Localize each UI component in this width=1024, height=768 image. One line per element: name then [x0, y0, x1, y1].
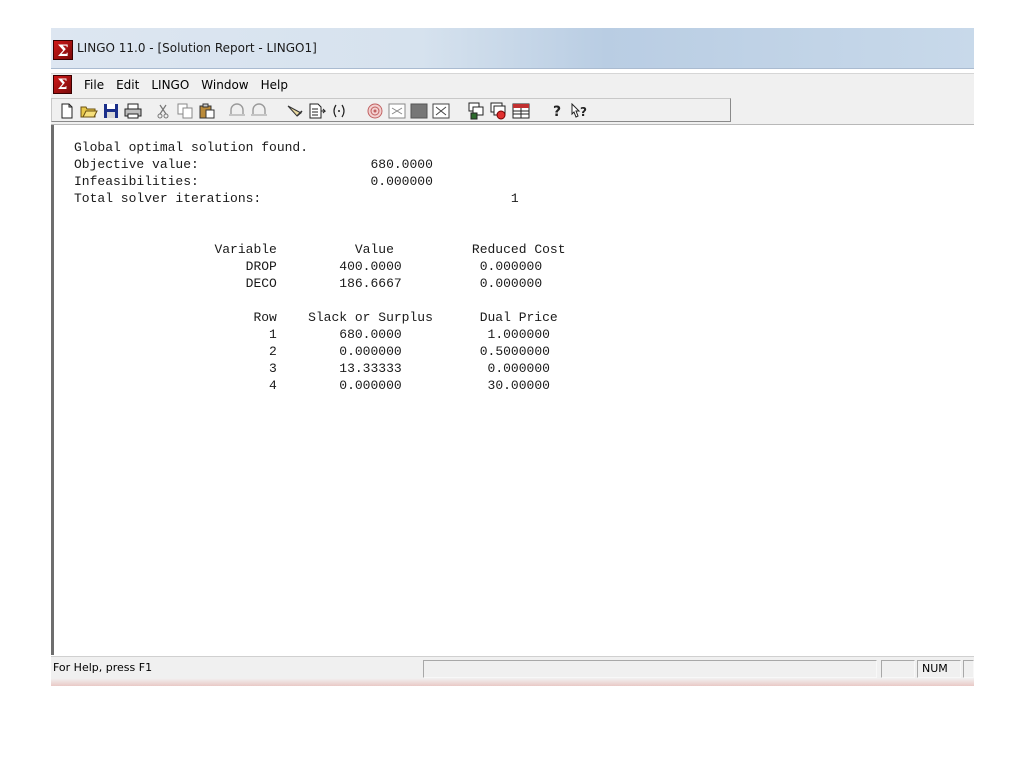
row-number: 4 — [269, 378, 277, 393]
new-file-button[interactable] — [56, 101, 78, 121]
solution-report-text: Global optimal solution found. Objective… — [74, 139, 566, 394]
iterations-value: 1 — [510, 191, 519, 206]
app-window: Σ LINGO 11.0 - [Solution Report - LINGO1… — [51, 28, 974, 686]
menu-bar: Σ File Edit LINGO Window Help — [51, 73, 974, 96]
copy-button[interactable] — [174, 101, 196, 121]
objective-label: Objective value: — [74, 157, 199, 172]
iterations-label: Total solver iterations: — [74, 191, 262, 206]
solution-button[interactable] — [386, 101, 408, 121]
report-status-line: Global optimal solution found. — [74, 140, 309, 155]
solution-icon — [388, 103, 406, 119]
send-to-back-button[interactable] — [430, 101, 452, 121]
row-number: 2 — [269, 344, 277, 359]
cut-icon — [157, 104, 169, 119]
help-button[interactable]: ? — [546, 101, 568, 121]
row-header: Row — [253, 310, 277, 325]
menu-file[interactable]: File — [78, 74, 110, 96]
row-dual-price: 30.00000 — [487, 378, 550, 393]
variable-header: Variable — [214, 242, 277, 257]
print-button[interactable] — [122, 101, 144, 121]
row-dual-price: 0.000000 — [487, 361, 550, 376]
lingo-app-icon[interactable]: Σ — [53, 40, 73, 60]
new-file-icon — [61, 103, 73, 119]
help-icon: ? — [553, 104, 561, 119]
objective-value-row: Objective value: 680.0000 — [74, 157, 433, 172]
solution-report-pane[interactable]: Global optimal solution found. Objective… — [51, 125, 974, 655]
iterations-row: Total solver iterations: 1 — [74, 191, 519, 206]
undo-button[interactable] — [226, 101, 248, 121]
toolbar: ? ? — [51, 95, 974, 125]
grid-icon — [512, 103, 530, 119]
variable-value: 400.0000 — [339, 259, 402, 274]
title-bar[interactable]: Σ LINGO 11.0 - [Solution Report - LINGO1… — [51, 28, 974, 69]
match-parenthesis-button[interactable] — [328, 101, 350, 121]
row-slack: 680.0000 — [339, 327, 402, 342]
row-slack: 0.000000 — [339, 378, 402, 393]
menu-help[interactable]: Help — [255, 74, 294, 96]
num-lock-indicator: NUM — [917, 660, 961, 678]
document-system-menu-icon[interactable]: Σ — [53, 75, 72, 94]
window-bottom-edge — [51, 678, 974, 686]
save-button[interactable] — [100, 101, 122, 121]
paste-button[interactable] — [196, 101, 218, 121]
infeasibilities-row: Infeasibilities: 0.000000 — [74, 174, 433, 189]
print-icon — [124, 103, 142, 119]
reduced-cost-header: Reduced Cost — [471, 242, 566, 257]
redo-button[interactable] — [248, 101, 270, 121]
save-icon — [104, 104, 118, 118]
match-parenthesis-icon — [333, 104, 345, 118]
infeasibilities-label: Infeasibilities: — [74, 174, 199, 189]
cascade-button[interactable] — [488, 101, 510, 121]
status-bar: For Help, press F1 NUM — [51, 656, 974, 679]
grid-button[interactable] — [510, 101, 532, 121]
cut-button[interactable] — [152, 101, 174, 121]
context-help-button[interactable]: ? — [568, 101, 590, 121]
variable-reduced-cost: 0.000000 — [479, 276, 543, 291]
row-number: 3 — [269, 361, 277, 376]
variable-name: DECO — [245, 276, 277, 291]
menu-edit[interactable]: Edit — [110, 74, 145, 96]
open-button[interactable] — [78, 101, 100, 121]
svg-text:?: ? — [580, 105, 587, 119]
row-slack: 0.000000 — [339, 344, 402, 359]
undo-icon — [229, 103, 245, 116]
send-to-back-icon — [432, 103, 450, 119]
value-header: Value — [354, 242, 394, 257]
row-dual-price: 1.000000 — [487, 327, 550, 342]
status-message-pane — [423, 660, 877, 678]
slack-header: Slack or Surplus — [308, 310, 433, 325]
svg-text:?: ? — [553, 104, 561, 119]
close-all-icon — [410, 103, 428, 119]
copy-icon — [177, 103, 193, 119]
goto-line-icon — [309, 103, 326, 119]
row-slack: 13.33333 — [339, 361, 402, 376]
row-dual-price: 0.5000000 — [479, 344, 550, 359]
find-icon — [287, 105, 303, 117]
objective-value: 680.0000 — [370, 157, 433, 172]
goto-line-button[interactable] — [306, 101, 328, 121]
find-button[interactable] — [284, 101, 306, 121]
menu-window[interactable]: Window — [195, 74, 254, 96]
open-folder-icon — [80, 106, 98, 118]
menu-lingo[interactable]: LINGO — [145, 74, 195, 96]
status-empty-pane — [881, 660, 915, 678]
tile-button[interactable] — [466, 101, 488, 121]
infeasibilities-value: 0.000000 — [370, 174, 433, 189]
redo-icon — [251, 103, 267, 116]
close-all-button[interactable] — [408, 101, 430, 121]
window-title: LINGO 11.0 - [Solution Report - LINGO1] — [77, 41, 317, 55]
paste-icon — [199, 103, 215, 119]
cascade-icon — [490, 102, 506, 120]
variable-reduced-cost: 0.000000 — [479, 259, 543, 274]
status-help-text: For Help, press F1 — [53, 661, 153, 674]
variable-value: 186.6667 — [339, 276, 402, 291]
solve-button[interactable] — [364, 101, 386, 121]
status-extra-pane — [963, 660, 974, 678]
dual-price-header: Dual Price — [479, 310, 558, 325]
solve-icon — [367, 103, 383, 119]
context-help-icon: ? — [571, 103, 587, 119]
variable-name: DROP — [245, 259, 277, 274]
tile-icon — [468, 102, 484, 120]
row-number: 1 — [269, 327, 277, 342]
